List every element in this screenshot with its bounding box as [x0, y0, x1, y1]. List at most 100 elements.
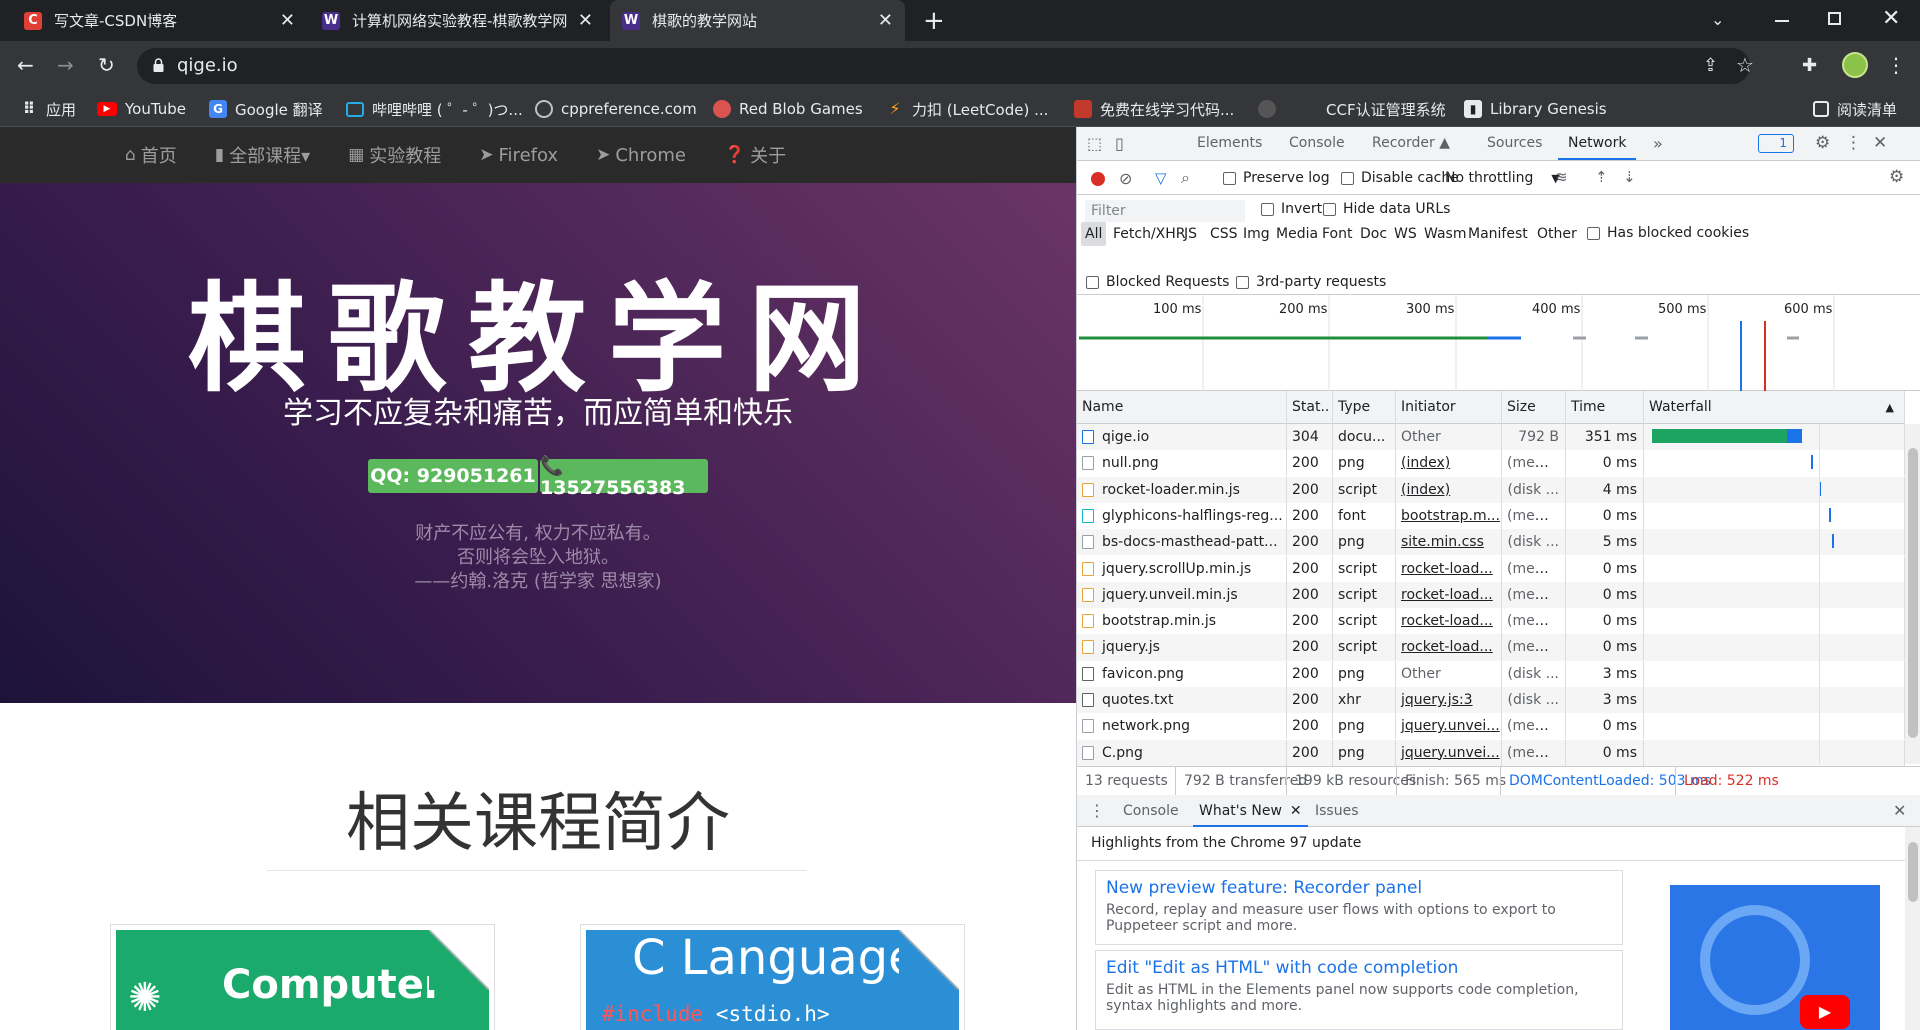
throttling-select[interactable]: No throttling ▼ — [1445, 170, 1560, 186]
drawer-tab-whats-new[interactable]: What's New ✕ — [1193, 795, 1308, 827]
bookmark-bilibili[interactable]: 哔哩哔哩 ( ゜- ゜)つ... — [346, 91, 523, 127]
inspect-element-icon[interactable]: ⬚ — [1087, 134, 1102, 153]
bookmark-star-icon[interactable]: ☆ — [1736, 53, 1754, 77]
preserve-log-checkbox[interactable]: Preserve log — [1223, 170, 1330, 186]
type-font[interactable]: Font — [1322, 222, 1352, 246]
bookmark-github[interactable] — [1258, 91, 1284, 127]
whats-new-video-thumbnail[interactable]: ▶ — [1670, 885, 1880, 1030]
type-doc[interactable]: Doc — [1360, 222, 1387, 246]
table-row[interactable]: favicon.png 200 png Other (disk ... 3 ms — [1077, 660, 1905, 687]
youtube-play-icon[interactable]: ▶ — [1800, 995, 1850, 1029]
close-icon[interactable]: ✕ — [1290, 803, 1302, 819]
whats-new-item[interactable]: New preview feature: Recorder panel Reco… — [1095, 870, 1623, 945]
clear-icon[interactable]: ⊘ — [1119, 169, 1132, 188]
search-icon[interactable]: ⌕ — [1181, 168, 1190, 188]
type-manifest[interactable]: Manifest — [1468, 222, 1528, 246]
export-har-icon[interactable]: ⇣ — [1623, 168, 1636, 186]
course-card-c[interactable]: C Language #include <stdio.h> — [580, 924, 965, 1030]
table-row[interactable]: jquery.scrollUp.min.js 200 script rocket-lo… — [1077, 555, 1905, 582]
tab-course[interactable]: W 计算机网络实验教程-棋歌教学网 ✕ — [310, 0, 605, 41]
bookmark-translate[interactable]: G Google 翻译 — [209, 91, 323, 127]
table-row[interactable]: bs-docs-masthead-patt... 200 png site.min.c… — [1077, 529, 1905, 556]
close-icon[interactable]: ✕ — [578, 10, 593, 31]
table-scrollbar[interactable] — [1905, 424, 1920, 764]
type-media[interactable]: Media — [1276, 222, 1318, 246]
invert-checkbox[interactable]: Invert — [1261, 201, 1322, 217]
col-type[interactable]: Type — [1333, 391, 1396, 424]
has-blocked-cookies-checkbox[interactable]: Has blocked cookies — [1587, 225, 1749, 241]
menu-kebab-icon[interactable]: ⋮ — [1886, 55, 1906, 75]
table-row[interactable]: network.png 200 png jquery.unvei... (mem... 0… — [1077, 713, 1905, 740]
nav-about[interactable]: ❓ 关于 — [724, 142, 786, 168]
col-waterfall[interactable]: Waterfall ▲ — [1644, 391, 1905, 424]
devtools-tab-recorder[interactable]: Recorder ▲ — [1372, 127, 1450, 160]
cell-initiator[interactable]: rocket-load... — [1396, 581, 1502, 608]
tab-active[interactable]: W 棋歌的教学网站 ✕ — [610, 0, 905, 41]
nav-labs[interactable]: ▦ 实验教程 — [348, 142, 441, 168]
table-row[interactable]: C.png 200 png jquery.unvei... (mem... 0 ms — [1077, 739, 1905, 766]
drawer-tab-issues[interactable]: Issues — [1309, 795, 1365, 827]
network-settings-gear-icon[interactable]: ⚙ — [1889, 167, 1904, 187]
col-size[interactable]: Size — [1502, 391, 1566, 424]
issues-badge[interactable]: 1 — [1758, 134, 1794, 153]
extensions-puzzle-icon[interactable]: ✚ — [1802, 56, 1817, 76]
close-drawer-icon[interactable]: ✕ — [1893, 801, 1906, 820]
table-row[interactable]: quotes.txt 200 xhr jquery.js:3 (disk ... 3 ms — [1077, 687, 1905, 714]
table-row[interactable]: jquery.js 200 script rocket-load... (mem... 0… — [1077, 634, 1905, 661]
col-initiator[interactable]: Initiator — [1396, 391, 1502, 424]
drawer-scrollbar[interactable] — [1905, 827, 1920, 1030]
col-status[interactable]: Stat.. — [1287, 391, 1333, 424]
type-img[interactable]: Img — [1243, 222, 1270, 246]
third-party-checkbox[interactable]: 3rd-party requests — [1236, 274, 1386, 290]
table-row[interactable]: null.png 200 png (index) (mem... 0 ms — [1077, 450, 1905, 477]
close-devtools-icon[interactable]: ✕ — [1873, 133, 1887, 153]
network-conditions-icon[interactable]: ≋ — [1555, 168, 1568, 186]
bookmark-redblob[interactable]: Red Blob Games — [713, 91, 863, 127]
type-js[interactable]: JS — [1184, 222, 1197, 246]
cell-initiator[interactable]: rocket-load... — [1396, 634, 1502, 661]
drawer-tab-console[interactable]: Console — [1117, 795, 1185, 827]
hide-data-urls-checkbox[interactable]: Hide data URLs — [1323, 201, 1450, 217]
tab-search-icon[interactable]: ⌄ — [1711, 10, 1724, 29]
table-row[interactable]: rocket-loader.min.js 200 script (index) (dis… — [1077, 476, 1905, 503]
more-tabs-icon[interactable]: » — [1653, 127, 1663, 160]
cell-initiator[interactable]: bootstrap.m... — [1396, 502, 1502, 529]
disable-cache-checkbox[interactable]: Disable cache — [1341, 170, 1459, 186]
bookmark-apps[interactable]: ⠿ 应用 — [20, 91, 76, 127]
reading-list[interactable]: 阅读清单 — [1813, 91, 1897, 127]
restore-button[interactable] — [1828, 12, 1841, 25]
devtools-tab-network[interactable]: Network — [1558, 127, 1637, 160]
device-toolbar-icon[interactable]: ▯ — [1115, 134, 1124, 153]
phone-button[interactable]: 📞 13527556383 — [540, 455, 708, 499]
course-card-computer[interactable]: ✺ Computer — [110, 924, 495, 1030]
col-name[interactable]: Name — [1077, 391, 1287, 424]
address-bar[interactable]: qige.io ⇪ ☆ — [137, 48, 1754, 84]
drawer-menu-icon[interactable]: ⋮ — [1089, 801, 1105, 820]
type-css[interactable]: CSS — [1210, 222, 1238, 246]
col-time[interactable]: Time — [1566, 391, 1644, 424]
type-all[interactable]: All — [1081, 222, 1107, 246]
back-arrow-icon[interactable]: ← — [17, 55, 34, 75]
whats-new-title[interactable]: New preview feature: Recorder panel — [1106, 878, 1612, 898]
filter-input[interactable]: Filter — [1085, 200, 1245, 222]
whats-new-title[interactable]: Edit "Edit as HTML" with code completion — [1106, 958, 1612, 978]
type-other[interactable]: Other — [1537, 222, 1577, 246]
close-icon[interactable]: ✕ — [280, 10, 295, 31]
table-row[interactable]: bootstrap.min.js 200 script rocket-load... (… — [1077, 608, 1905, 635]
profile-avatar[interactable] — [1842, 52, 1868, 78]
cell-initiator[interactable]: jquery.js:3 — [1396, 687, 1502, 713]
type-fetch-xhr[interactable]: Fetch/XHR — [1113, 222, 1186, 246]
cell-initiator[interactable]: jquery.unvei... — [1396, 739, 1502, 766]
nav-home[interactable]: ⌂ 首页 — [125, 142, 177, 168]
cell-initiator[interactable]: jquery.unvei... — [1396, 713, 1502, 740]
devtools-tab-sources[interactable]: Sources — [1487, 127, 1542, 160]
bookmark-ccf[interactable]: CCF认证管理系统 — [1300, 91, 1446, 127]
tab-csdn[interactable]: C 写文章-CSDN博客 ✕ — [12, 0, 307, 41]
table-row[interactable]: qige.io 304 docu... Other 792 B 351 ms — [1077, 424, 1905, 451]
qq-button[interactable]: QQ: 929051261 — [368, 459, 538, 493]
table-row[interactable]: jquery.unveil.min.js 200 script rocket-load… — [1077, 581, 1905, 609]
nav-chrome[interactable]: ➤ Chrome — [596, 145, 686, 166]
devtools-tab-elements[interactable]: Elements — [1197, 127, 1262, 160]
lock-icon[interactable] — [153, 57, 164, 72]
table-row[interactable]: glyphicons-halflings-reg... 200 font bootst… — [1077, 502, 1905, 530]
